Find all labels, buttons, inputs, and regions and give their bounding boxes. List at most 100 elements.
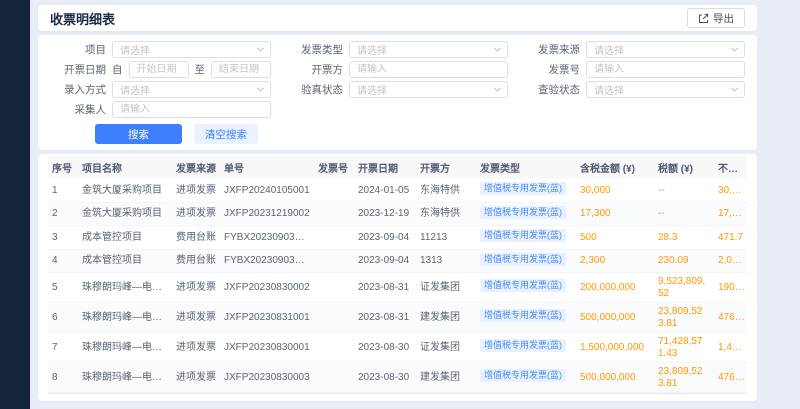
- cell-invoice-source: 费用台账: [172, 226, 220, 250]
- invoice-table-body: 1 金筑大厦采购项目 进项发票 JXFP20240105001 2024-01-…: [48, 179, 747, 393]
- table-row[interactable]: 7 珠穆朗玛峰—电梯安装 进项发票 JXFP20230830001 2023-0…: [48, 333, 747, 363]
- collector-input[interactable]: [112, 101, 271, 118]
- filter-project-select[interactable]: 请选择: [112, 41, 271, 58]
- cell-invoice-source: 费用台账: [172, 249, 220, 273]
- filter-grid: 项目 请选择 发票类型 请选择 发票来源 请选择: [50, 41, 745, 118]
- filter-project-label: 项目: [50, 42, 106, 57]
- cell-invoice-no: [314, 273, 354, 303]
- cell-invoice-source: 进项发票: [172, 363, 220, 393]
- cell-tax: --: [654, 179, 714, 202]
- cell-project-name: 珠穆朗玛峰—电梯安装: [78, 363, 172, 393]
- table-row[interactable]: 4 成本管控项目 费用台账 FYBX20230903005 2023-09-04…: [48, 249, 747, 273]
- filter-project-placeholder: 请选择: [120, 42, 150, 57]
- clear-search-button[interactable]: 清空搜索: [194, 124, 258, 144]
- summary-items: 含税总额(¥)：3,032,699,097.89 不含税总额(¥)：2,888,…: [241, 399, 705, 401]
- cell-invoice-type: 增值税专用发票(蓝): [476, 179, 576, 202]
- cell-amount-without-tax: 476,190,476.19: [714, 303, 747, 333]
- end-date-input[interactable]: [211, 61, 271, 78]
- col-issuer: 开票方: [416, 156, 476, 179]
- cell-invoice-type: 增值税专用发票(蓝): [476, 363, 576, 393]
- collapsed-sidebar[interactable]: [0, 0, 30, 409]
- cell-invoice-no: [314, 179, 354, 202]
- cell-invoice-no: [314, 303, 354, 333]
- cell-amount-with-tax: 1,500,000,000: [576, 333, 654, 363]
- date-from-label: 自: [112, 62, 123, 77]
- table-scroll-area[interactable]: 序号 项目名称 发票来源 单号 发票号 开票日期 开票方 发票类型 含税金额 (…: [48, 156, 747, 393]
- cell-order-no: FYBX20230903005: [220, 249, 314, 273]
- entry-method-placeholder: 请选择: [120, 82, 150, 97]
- col-project-name: 项目名称: [78, 156, 172, 179]
- chevron-down-icon: [494, 45, 501, 52]
- col-amount-with-tax: 含税金额 (¥): [576, 156, 654, 179]
- cell-invoice-source: 进项发票: [172, 303, 220, 333]
- table-row[interactable]: 5 珠穆朗玛峰—电梯安装 进项发票 JXFP20230830002 2023-0…: [48, 273, 747, 303]
- cell-issuer: 11213: [416, 226, 476, 250]
- filter-invoice-source-select[interactable]: 请选择: [586, 41, 745, 58]
- main-content: 收票明细表 导出 项目 请选择 发票类型: [30, 0, 800, 409]
- cell-tax: 23,809,523.81: [654, 303, 714, 333]
- cell-no: 5: [48, 273, 78, 303]
- cell-invoice-date: 2024-01-05: [354, 179, 416, 202]
- filter-invoice-date: 开票日期 自 至: [50, 61, 271, 78]
- cell-project-name: 珠穆朗玛峰—电梯安装: [78, 273, 172, 303]
- filter-invoice-no-label: 发票号: [524, 62, 580, 77]
- cell-invoice-date: 2023-09-04: [354, 249, 416, 273]
- export-icon: [698, 13, 709, 24]
- col-no: 序号: [48, 156, 78, 179]
- filter-invoice-source: 发票来源 请选择: [524, 41, 745, 58]
- invoice-table: 序号 项目名称 发票来源 单号 发票号 开票日期 开票方 发票类型 含税金额 (…: [48, 156, 747, 393]
- filter-issuer-label: 开票方: [287, 62, 343, 77]
- table-row[interactable]: 1 金筑大厦采购项目 进项发票 JXFP20240105001 2024-01-…: [48, 179, 747, 202]
- col-invoice-date: 开票日期: [354, 156, 416, 179]
- chevron-down-icon: [731, 85, 738, 92]
- cell-amount-without-tax: 1,428,571,428.57: [714, 333, 747, 363]
- filter-verify-status-label: 验真状态: [287, 82, 343, 97]
- entry-method-select[interactable]: 请选择: [112, 81, 271, 98]
- invoice-type-badge: 增值税专用发票(蓝): [480, 182, 566, 195]
- filter-panel: 项目 请选择 发票类型 请选择 发票来源 请选择: [38, 35, 757, 150]
- filter-invoice-type-label: 发票类型: [287, 42, 343, 57]
- cell-tax: 9,523,809.52: [654, 273, 714, 303]
- cell-no: 2: [48, 202, 78, 226]
- check-status-select[interactable]: 请选择: [586, 81, 745, 98]
- cell-order-no: JXFP20230830003: [220, 363, 314, 393]
- cell-issuer: 证发集团: [416, 333, 476, 363]
- date-to-label: 至: [195, 62, 206, 77]
- table-row[interactable]: 8 珠穆朗玛峰—电梯安装 进项发票 JXFP20230830003 2023-0…: [48, 363, 747, 393]
- cell-project-name: 成本管控项目: [78, 226, 172, 250]
- table-row[interactable]: 3 成本管控项目 费用台账 FYBX20230903003 2023-09-04…: [48, 226, 747, 250]
- filter-invoice-type-select[interactable]: 请选择: [349, 41, 508, 58]
- export-button[interactable]: 导出: [687, 8, 745, 28]
- cell-tax: 28.3: [654, 226, 714, 250]
- cell-invoice-type: 增值税专用发票(蓝): [476, 273, 576, 303]
- start-date-input[interactable]: [129, 61, 189, 78]
- filter-issuer: 开票方: [287, 61, 508, 78]
- verify-status-select[interactable]: 请选择: [349, 81, 508, 98]
- summary-total-label: 合计: [52, 399, 72, 401]
- cell-invoice-no: [314, 249, 354, 273]
- invoice-no-input[interactable]: [586, 61, 745, 78]
- table-row[interactable]: 6 珠穆朗玛峰—电梯安装 进项发票 JXFP20230831001 2023-0…: [48, 303, 747, 333]
- search-button[interactable]: 搜索: [95, 124, 182, 144]
- issuer-input[interactable]: [349, 61, 508, 78]
- cell-order-no: JXFP20230830002: [220, 273, 314, 303]
- cell-invoice-source: 进项发票: [172, 179, 220, 202]
- page-title: 收票明细表: [50, 9, 115, 28]
- invoice-type-badge: 增值税专用发票(蓝): [480, 229, 566, 242]
- filter-invoice-type-placeholder: 请选择: [357, 42, 387, 57]
- cell-invoice-no: [314, 333, 354, 363]
- cell-tax: --: [654, 202, 714, 226]
- filter-entry-method: 录入方式 请选择: [50, 81, 271, 98]
- summary-amount-with-tax: 含税总额(¥)：3,032,699,097.89: [241, 399, 381, 401]
- cell-issuer: 证发集团: [416, 273, 476, 303]
- cell-invoice-date: 2023-08-30: [354, 363, 416, 393]
- cell-invoice-type: 增值税专用发票(蓝): [476, 333, 576, 363]
- cell-amount-without-tax: 30,000: [714, 179, 747, 202]
- cell-project-name: 金筑大厦采购项目: [78, 202, 172, 226]
- col-tax: 税额 (¥): [654, 156, 714, 179]
- table-row[interactable]: 2 金筑大厦采购项目 进项发票 JXFP20231219002 2023-12-…: [48, 202, 747, 226]
- filter-invoice-date-label: 开票日期: [50, 62, 106, 77]
- col-order-no: 单号: [220, 156, 314, 179]
- filter-check-status: 查验状态 请选择: [524, 81, 745, 98]
- cell-order-no: JXFP20240105001: [220, 179, 314, 202]
